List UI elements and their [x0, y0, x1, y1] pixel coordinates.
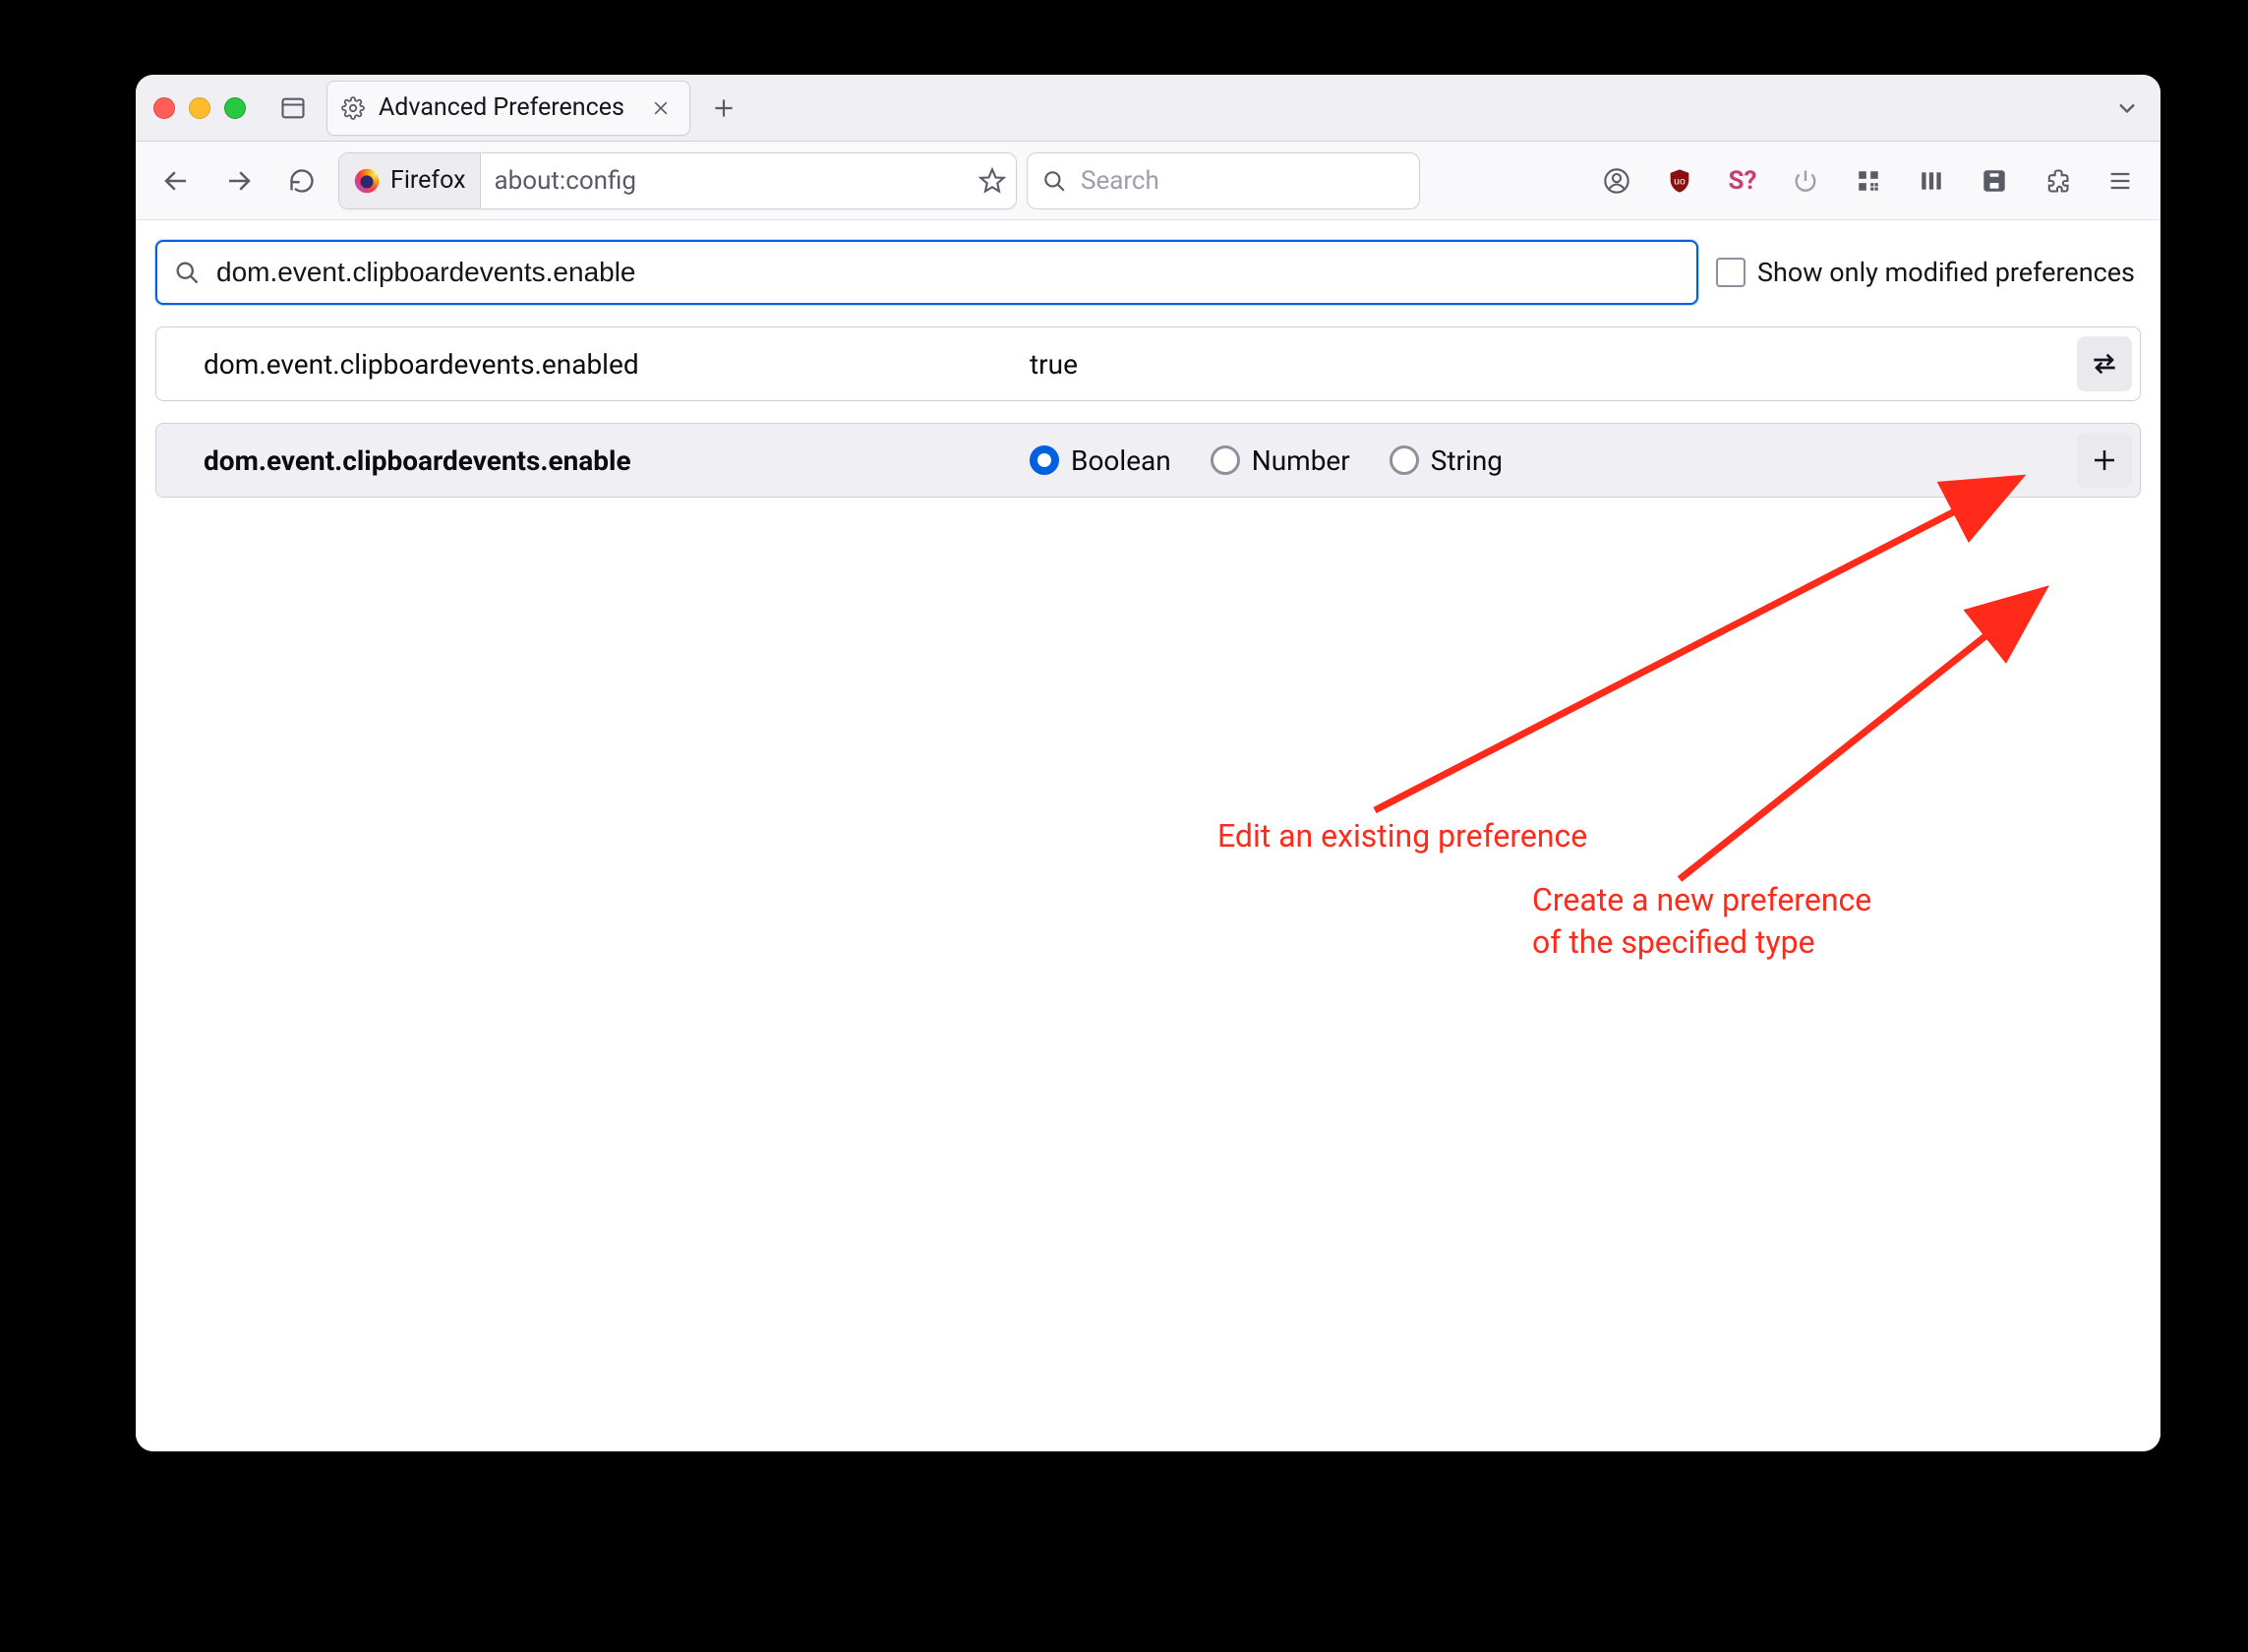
grid-icon	[1856, 168, 1881, 194]
puzzle-icon	[2043, 167, 2071, 195]
browser-window: Advanced Preferences	[136, 75, 2160, 1451]
annotation-arrow-create	[1512, 476, 2160, 899]
tabs-overflow-button[interactable]	[2103, 85, 2151, 132]
pref-filter-box[interactable]	[155, 240, 1698, 305]
type-number[interactable]: Number	[1211, 444, 1350, 477]
reload-icon	[288, 167, 316, 195]
reload-button[interactable]	[275, 154, 328, 207]
power-button[interactable]	[1779, 154, 1832, 207]
hamburger-icon	[2106, 167, 2134, 195]
account-icon	[1603, 167, 1630, 195]
arrow-left-icon	[161, 166, 191, 196]
plus-icon	[711, 95, 737, 121]
type-string[interactable]: String	[1390, 444, 1503, 477]
tab-title: Advanced Preferences	[379, 93, 632, 122]
extension-button-save[interactable]	[1968, 154, 2021, 207]
close-icon	[651, 98, 671, 118]
new-tab-button[interactable]	[700, 85, 747, 132]
chevron-down-icon	[2113, 94, 2141, 122]
window-minimize-button[interactable]	[189, 97, 210, 119]
identity-chip[interactable]: Firefox	[339, 153, 481, 208]
ublock-button[interactable]: uo	[1653, 154, 1706, 207]
window-controls	[146, 97, 260, 119]
letter-s-icon: S?	[1729, 166, 1757, 196]
extension-button-grid[interactable]	[1842, 154, 1895, 207]
tab-close-button[interactable]	[646, 93, 676, 123]
pref-filter-input[interactable]	[214, 256, 1681, 289]
radio-icon	[1211, 445, 1240, 475]
extensions-button[interactable]	[2031, 154, 2084, 207]
account-button[interactable]	[1590, 154, 1643, 207]
power-icon	[1792, 167, 1819, 195]
show-modified-label: Show only modified preferences	[1757, 257, 2135, 288]
search-icon	[173, 259, 201, 286]
plus-icon	[2090, 445, 2119, 475]
toggle-arrows-icon	[2089, 348, 2120, 380]
diskette-icon	[1982, 168, 2007, 194]
bars-icon	[1919, 168, 1944, 194]
back-button[interactable]	[149, 154, 203, 207]
about-config-content: Show only modified preferences dom.event…	[136, 220, 2160, 1451]
window-zoom-button[interactable]	[224, 97, 246, 119]
pref-row: dom.event.clipboardevents.enabled true	[155, 326, 2141, 401]
annotation-edit-label: Edit an existing preference	[1217, 815, 1587, 857]
show-modified-option[interactable]: Show only modified preferences	[1716, 257, 2141, 288]
radio-icon	[1390, 445, 1419, 475]
bookmark-star-button[interactable]	[969, 167, 1016, 195]
star-icon	[978, 167, 1006, 195]
radio-selected-icon	[1030, 445, 1059, 475]
forward-button[interactable]	[212, 154, 266, 207]
pref-row-new: dom.event.clipboardevents.enable Boolean…	[155, 423, 2141, 498]
gear-icon	[341, 96, 365, 120]
extension-button-s[interactable]: S?	[1716, 154, 1769, 207]
add-pref-button[interactable]	[2077, 433, 2132, 488]
firefox-icon	[353, 167, 381, 195]
type-boolean[interactable]: Boolean	[1030, 444, 1171, 477]
extension-button-bars[interactable]	[1905, 154, 1958, 207]
arrow-right-icon	[224, 166, 254, 196]
pref-value: true	[1030, 348, 2057, 381]
sidebar-tabs-button[interactable]	[269, 85, 317, 132]
shield-icon: uo	[1666, 167, 1693, 195]
pref-type-options: Boolean Number String	[1030, 444, 2057, 477]
address-bar[interactable]: Firefox about:config	[338, 152, 1017, 209]
pref-name: dom.event.clipboardevents.enable	[204, 444, 1010, 477]
nav-toolbar: Firefox about:config Search uo S?	[136, 142, 2160, 220]
pref-name: dom.event.clipboardevents.enabled	[204, 348, 1010, 381]
app-menu-button[interactable]	[2094, 154, 2147, 207]
svg-text:uo: uo	[1674, 175, 1686, 187]
search-placeholder: Search	[1081, 166, 1159, 196]
url-text: about:config	[481, 166, 970, 196]
browser-tab[interactable]: Advanced Preferences	[326, 81, 690, 136]
annotation-create-label: Create a new preference of the specified…	[1532, 879, 1871, 964]
tab-bar: Advanced Preferences	[136, 75, 2160, 142]
search-bar[interactable]: Search	[1027, 152, 1420, 209]
identity-label: Firefox	[390, 166, 466, 195]
toggle-pref-button[interactable]	[2077, 336, 2132, 391]
checkbox-icon[interactable]	[1716, 258, 1745, 287]
window-close-button[interactable]	[153, 97, 175, 119]
search-icon	[1041, 168, 1067, 194]
